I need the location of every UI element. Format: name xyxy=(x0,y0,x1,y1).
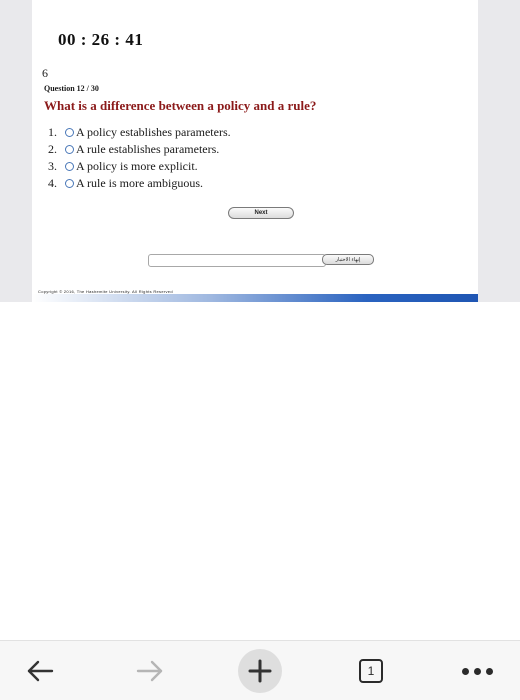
answer-option-3[interactable]: 3. A policy is more explicit. xyxy=(48,158,231,175)
quiz-document: 00 : 26 : 41 6 Question 12 / 30 What is … xyxy=(32,0,478,302)
new-tab-button[interactable] xyxy=(238,649,282,693)
end-exam-button[interactable]: إنهاء الاختبار xyxy=(322,254,374,265)
tab-count: 1 xyxy=(367,664,375,678)
tabs-icon: 1 xyxy=(359,659,383,683)
answer-option-4[interactable]: 4. A rule is more ambiguous. xyxy=(48,175,231,192)
browser-toolbar: 1 xyxy=(0,640,520,700)
option-number: 1. xyxy=(48,125,57,139)
question-text: What is a difference between a policy an… xyxy=(44,98,317,113)
more-dots-icon xyxy=(461,667,493,675)
back-button[interactable] xyxy=(18,649,62,693)
answer-options: 1. A policy establishes parameters. 2. A… xyxy=(48,124,231,192)
menu-button[interactable] xyxy=(455,649,499,693)
plus-icon xyxy=(248,659,272,683)
answer-option-1[interactable]: 1. A policy establishes parameters. xyxy=(48,124,231,141)
option-label: A policy is more explicit. xyxy=(76,159,198,173)
option-label: A rule establishes parameters. xyxy=(76,142,220,156)
footer-bar xyxy=(32,294,478,302)
radio-button[interactable] xyxy=(65,162,74,171)
option-number: 2. xyxy=(48,142,57,156)
radio-button[interactable] xyxy=(65,179,74,188)
back-arrow-icon xyxy=(27,660,54,682)
option-number: 4. xyxy=(48,176,57,190)
option-number: 3. xyxy=(48,159,57,173)
option-label: A policy establishes parameters. xyxy=(76,125,231,139)
countdown-timer: 00 : 26 : 41 xyxy=(58,30,144,49)
option-label: A rule is more ambiguous. xyxy=(76,176,203,190)
forward-button[interactable] xyxy=(128,649,172,693)
next-button[interactable]: Next xyxy=(228,207,294,219)
question-number: 6 xyxy=(42,66,48,80)
radio-button[interactable] xyxy=(65,128,74,137)
answer-option-2[interactable]: 2. A rule establishes parameters. xyxy=(48,141,231,158)
answer-input[interactable] xyxy=(148,254,326,267)
question-counter: Question 12 / 30 xyxy=(44,84,99,93)
forward-arrow-icon xyxy=(136,660,163,682)
tabs-button[interactable]: 1 xyxy=(349,649,393,693)
radio-button[interactable] xyxy=(65,145,74,154)
page: 00 : 26 : 41 6 Question 12 / 30 What is … xyxy=(0,0,520,700)
